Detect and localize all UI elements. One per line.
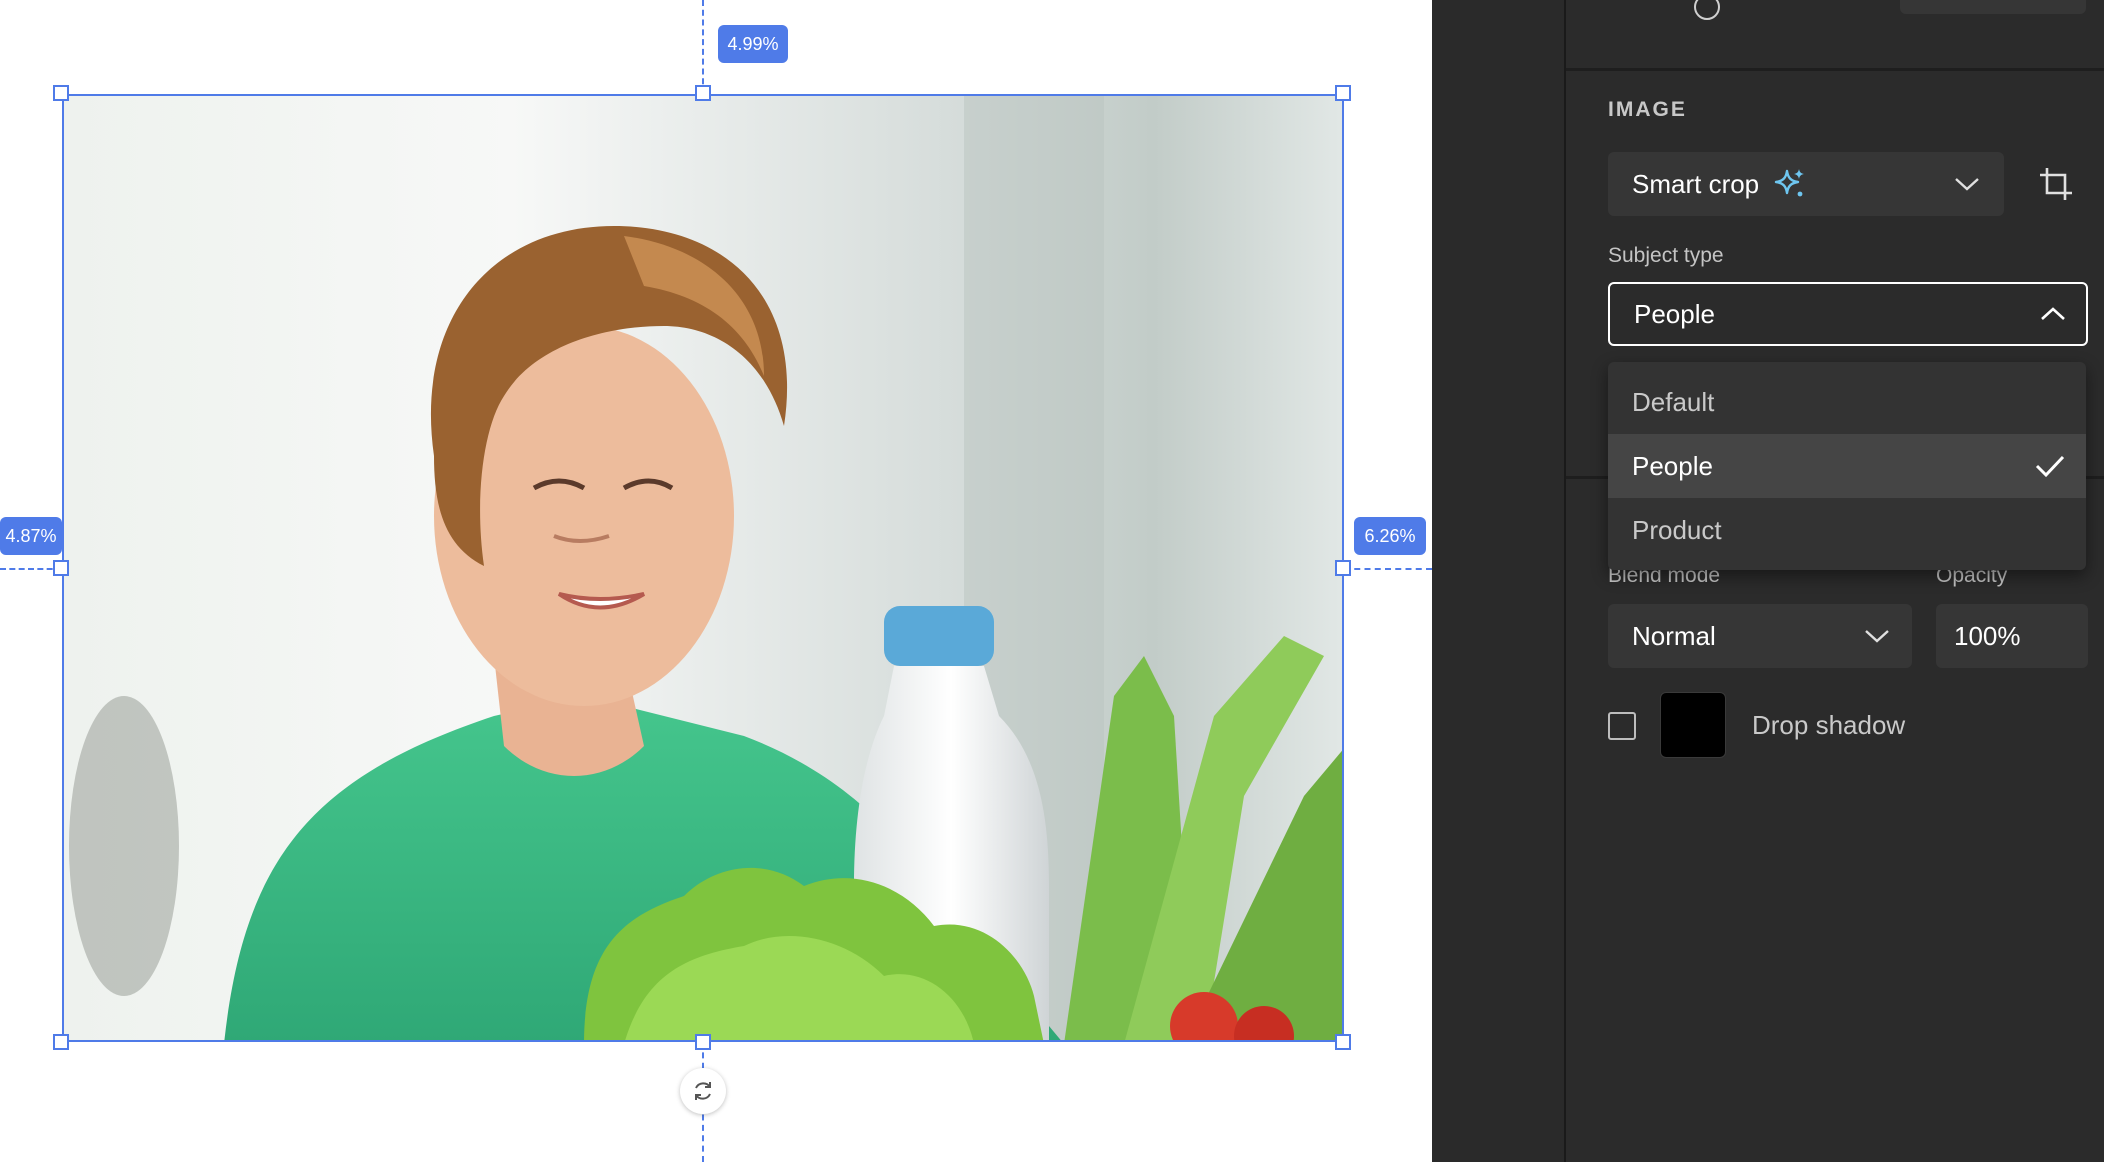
selected-image[interactable]	[62, 94, 1344, 1042]
resize-handle-left[interactable]	[53, 560, 69, 576]
divider	[1566, 68, 2104, 71]
resize-handle-bottom-right[interactable]	[1335, 1034, 1351, 1050]
properties-panel: IMAGE Smart crop Subject type People Ble…	[1566, 0, 2104, 1162]
subject-type-label: Subject type	[1608, 244, 1724, 267]
shadow-color-swatch[interactable]	[1660, 692, 1726, 758]
subject-type-select[interactable]: People	[1608, 282, 2088, 346]
opacity-value: 100%	[1954, 620, 2021, 651]
menu-item-default[interactable]: Default	[1608, 370, 2086, 434]
subject-type-value: People	[1634, 298, 1715, 329]
guide-top	[702, 0, 704, 94]
rotate-button[interactable]	[680, 1068, 726, 1114]
section-title: IMAGE	[1608, 98, 1687, 121]
margin-top-badge: 4.99%	[718, 25, 788, 63]
crop-mode-value: Smart crop	[1632, 168, 1760, 199]
resize-handle-bottom[interactable]	[695, 1034, 711, 1050]
menu-item-product[interactable]: Product	[1608, 498, 2086, 562]
resize-handle-bottom-left[interactable]	[53, 1034, 69, 1050]
resize-handle-top[interactable]	[695, 85, 711, 101]
chevron-up-icon	[2041, 307, 2065, 320]
top-field[interactable]	[1900, 0, 2086, 14]
guide-right	[1344, 568, 1432, 570]
crop-icon	[2040, 168, 2072, 200]
menu-item-label: Product	[1632, 514, 1722, 545]
margin-right-badge: 6.26%	[1354, 517, 1426, 555]
menu-item-label: People	[1632, 450, 1713, 481]
rotate-icon	[695, 1082, 711, 1100]
sparkle-icon	[1774, 169, 1805, 197]
resize-handle-top-right[interactable]	[1335, 85, 1351, 101]
blend-mode-select[interactable]: Normal	[1608, 604, 1912, 668]
panel-gutter	[1432, 0, 1566, 1162]
editor-canvas: 4.99% 4.87% 6.26%	[0, 0, 1432, 1162]
resize-handle-right[interactable]	[1335, 560, 1351, 576]
resize-handle-top-left[interactable]	[53, 85, 69, 101]
blend-mode-value: Normal	[1632, 620, 1716, 651]
chevron-down-icon	[1865, 630, 1889, 643]
checkmark-icon	[2035, 455, 2065, 478]
circle-icon[interactable]	[1694, 0, 1720, 20]
crop-button[interactable]	[2036, 164, 2076, 204]
opacity-input[interactable]: 100%	[1936, 604, 2088, 668]
menu-item-people[interactable]: People	[1608, 434, 2086, 498]
menu-item-label: Default	[1632, 386, 1715, 417]
drop-shadow-checkbox[interactable]	[1608, 712, 1636, 740]
crop-mode-select[interactable]: Smart crop	[1608, 152, 2004, 216]
margin-left-badge: 4.87%	[0, 517, 62, 555]
drop-shadow-label: Drop shadow	[1752, 710, 1906, 740]
subject-type-menu: Default People Product	[1608, 362, 2086, 570]
photo-woman-groceries	[64, 96, 1342, 1040]
chevron-down-icon	[1955, 178, 1979, 191]
